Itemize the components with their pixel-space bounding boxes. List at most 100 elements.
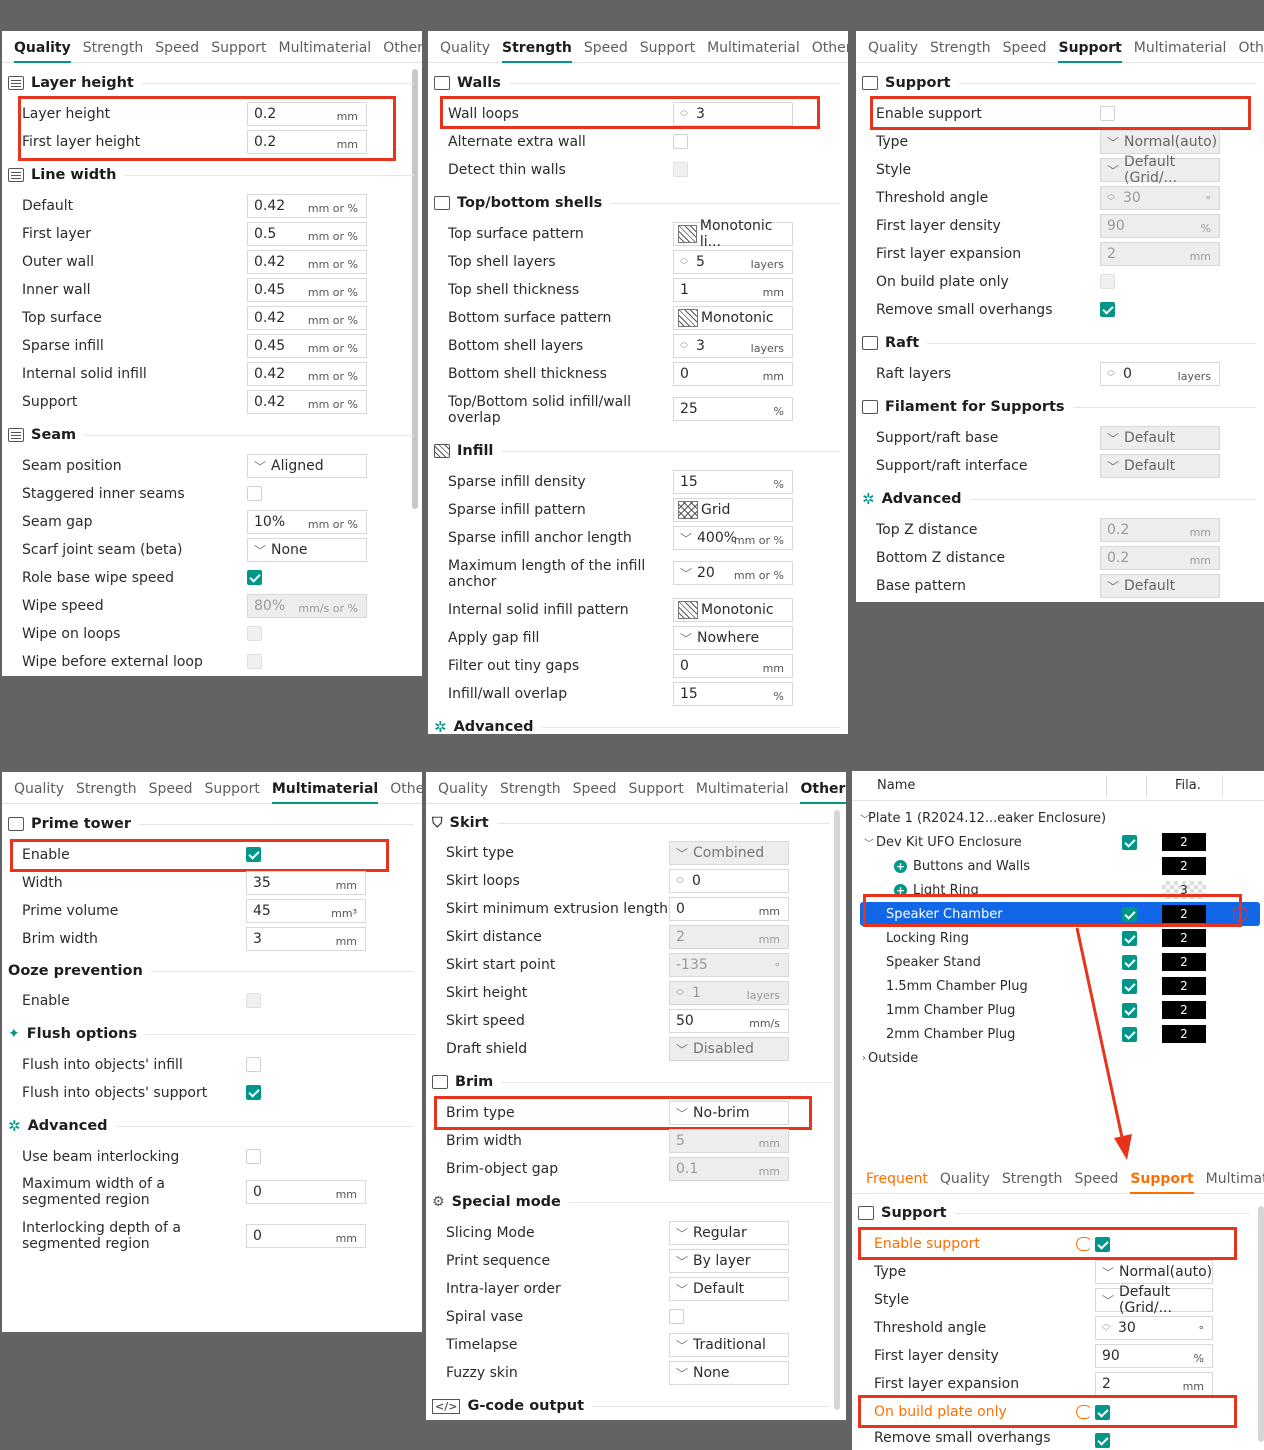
int-pattern-select[interactable]: Monotonic — [673, 598, 793, 622]
tab-strength[interactable]: Strength — [70, 772, 143, 803]
tab-quality[interactable]: Quality — [8, 772, 70, 803]
top-layers-stepper[interactable]: ︿ ﹀ 5 layers — [673, 250, 793, 274]
role-wipe-checkbox[interactable] — [247, 570, 262, 585]
column-name[interactable]: Name — [877, 778, 915, 793]
seam-position-select[interactable]: ﹀ Aligned — [247, 454, 367, 478]
flush-support-checkbox[interactable] — [246, 1085, 261, 1100]
filament-badge[interactable]: 2 — [1162, 833, 1206, 851]
fl-density-input[interactable]: 90% — [1095, 1344, 1213, 1368]
skirt-speed-input[interactable]: 50 mm/s — [669, 1009, 789, 1033]
tab-quality[interactable]: Quality — [8, 31, 77, 63]
style-select[interactable]: ﹀ Default (Grid/... — [1095, 1284, 1213, 1316]
skirt-start-input[interactable]: -135 ° — [669, 953, 789, 977]
infill-pattern-select[interactable]: Grid — [673, 498, 793, 522]
scarf-select[interactable]: ﹀ None — [247, 538, 367, 562]
fl-exp-input[interactable]: 2 mm — [1100, 242, 1220, 266]
tab-speed[interactable]: Speed — [1068, 1162, 1124, 1193]
skirt-min-input[interactable]: 0 mm — [669, 897, 789, 921]
remove-small-checkbox[interactable] — [1095, 1433, 1110, 1448]
skirt-dist-input[interactable]: 2 mm — [669, 925, 789, 949]
tab-speed[interactable]: Speed — [578, 31, 634, 62]
visible-checkbox[interactable] — [1122, 1027, 1137, 1042]
max-width-input[interactable]: 0 mm — [246, 1180, 366, 1204]
build-plate-checkbox[interactable] — [1095, 1405, 1110, 1420]
filament-badge[interactable]: 2 — [1162, 977, 1206, 995]
skirt-loops-stepper[interactable]: ︿ ﹀ 0 — [669, 869, 789, 893]
brim-gap-input[interactable]: 0.1 mm — [669, 1157, 789, 1181]
prime-volume-input[interactable]: 45 mm³ — [246, 899, 366, 923]
wall-loops-stepper[interactable]: ︿ ﹀ 3 — [673, 102, 793, 126]
sequence-select[interactable]: ﹀ By layer — [669, 1249, 789, 1273]
iw-overlap-input[interactable]: 15% — [673, 682, 793, 706]
gap-fill-select[interactable]: ﹀ Nowhere — [673, 626, 793, 650]
scrollbar[interactable] — [1258, 1206, 1264, 1442]
tab-strength[interactable]: Strength — [924, 31, 997, 62]
intra-select[interactable]: ﹀ Default — [669, 1277, 789, 1301]
filament-badge[interactable]: 2 — [1162, 953, 1206, 971]
column-filament[interactable]: Fila. — [1175, 778, 1201, 793]
filament-badge[interactable]: 3 — [1162, 881, 1206, 899]
visible-checkbox[interactable] — [1122, 907, 1137, 922]
visible-checkbox[interactable] — [1122, 1003, 1137, 1018]
line-width-input[interactable]: 0.45 mm or % — [247, 278, 367, 302]
bot-layers-stepper[interactable]: ︿ ﹀ 3 layers — [673, 334, 793, 358]
seam-gap-input[interactable]: 10% mm or % — [247, 510, 367, 534]
type-select[interactable]: ﹀ Normal(auto) — [1100, 130, 1220, 154]
tab-strength[interactable]: Strength — [77, 31, 150, 62]
filter-gaps-input[interactable]: 0 mm — [673, 654, 793, 678]
visible-checkbox[interactable] — [1122, 979, 1137, 994]
tab-others[interactable]: Others — [806, 31, 848, 62]
style-select[interactable]: ﹀ Default (Grid/... — [1100, 154, 1220, 186]
tab-strength[interactable]: Strength — [494, 772, 567, 803]
expand-chevron-icon[interactable]: ﹀ — [860, 811, 870, 826]
tab-others[interactable]: Others — [794, 772, 846, 804]
tab-support[interactable]: Support — [1124, 1162, 1199, 1194]
skirt-height-stepper[interactable]: ︿ ﹀ 1 layers — [669, 981, 789, 1005]
filament-badge[interactable]: 2 — [1162, 905, 1206, 923]
first-layer-height-input[interactable]: 0.2 mm — [247, 130, 367, 154]
expand-chevron-icon[interactable]: › — [860, 1053, 868, 1064]
bot-pattern-select[interactable]: Monotonic — [673, 306, 793, 330]
flush-infill-checkbox[interactable] — [246, 1057, 261, 1072]
enable-support-checkbox[interactable] — [1100, 106, 1115, 121]
tab-strength[interactable]: Strength — [996, 1162, 1069, 1193]
tree-item[interactable]: ﹀ Plate 1 (R2024.12...eaker Enclosure) — [860, 806, 1260, 830]
filament-badge[interactable]: 2 — [1162, 857, 1206, 875]
base-pattern-select[interactable]: ﹀ Default — [1100, 574, 1220, 598]
reset-icon[interactable] — [1076, 1405, 1092, 1419]
top-pattern-select[interactable]: Monotonic li... — [673, 218, 793, 250]
threshold-stepper[interactable]: ︿ ﹀ 30 ° — [1095, 1316, 1213, 1340]
fuzzy-select[interactable]: ﹀ None — [669, 1361, 789, 1385]
timelapse-select[interactable]: ﹀ Traditional — [669, 1333, 789, 1357]
line-width-input[interactable]: 0.42 mm or % — [247, 362, 367, 386]
line-width-input[interactable]: 0.45 mm or % — [247, 334, 367, 358]
line-width-input[interactable]: 0.42 mm or % — [247, 306, 367, 330]
line-width-input[interactable]: 0.42 mm or % — [247, 194, 367, 218]
filament-badge[interactable]: 2 — [1162, 929, 1206, 947]
ooze-enable-checkbox[interactable] — [246, 993, 261, 1008]
visible-checkbox[interactable] — [1122, 835, 1137, 850]
settings-modified-icon[interactable] — [1233, 907, 1248, 921]
visible-checkbox[interactable] — [1122, 931, 1137, 946]
tab-multimaterial[interactable]: Multimaterial — [266, 772, 384, 804]
prime-enable-checkbox[interactable] — [246, 847, 261, 862]
tab-support[interactable]: Support — [622, 772, 689, 803]
tab-multimaterial[interactable]: Multimaterial — [690, 772, 795, 803]
tab-support[interactable]: Support — [205, 31, 272, 62]
detect-thin-checkbox[interactable] — [673, 162, 688, 177]
expand-chevron-icon[interactable]: ﹀ — [860, 835, 876, 850]
tab-support[interactable]: Support — [198, 772, 265, 803]
remove-small-checkbox[interactable] — [1100, 302, 1115, 317]
tab-multimaterial[interactable]: Multimaterial — [273, 31, 378, 62]
tab-quality[interactable]: Quality — [434, 31, 496, 62]
anchor-select[interactable]: ﹀ 400% mm or % — [673, 526, 793, 550]
tab-support[interactable]: Support — [634, 31, 701, 62]
alt-wall-checkbox[interactable] — [673, 134, 688, 149]
filament-badge[interactable]: 2 — [1162, 1001, 1206, 1019]
raft-layers-stepper[interactable]: ︿ ﹀ 0 layers — [1100, 362, 1220, 386]
enable-support-checkbox[interactable] — [1095, 1237, 1110, 1252]
fl-density-input[interactable]: 90% — [1100, 214, 1220, 238]
width-input[interactable]: 35 mm — [246, 871, 366, 895]
reset-icon[interactable] — [1076, 1237, 1092, 1251]
threshold-stepper[interactable]: ︿ ﹀ 30 ° — [1100, 186, 1220, 210]
